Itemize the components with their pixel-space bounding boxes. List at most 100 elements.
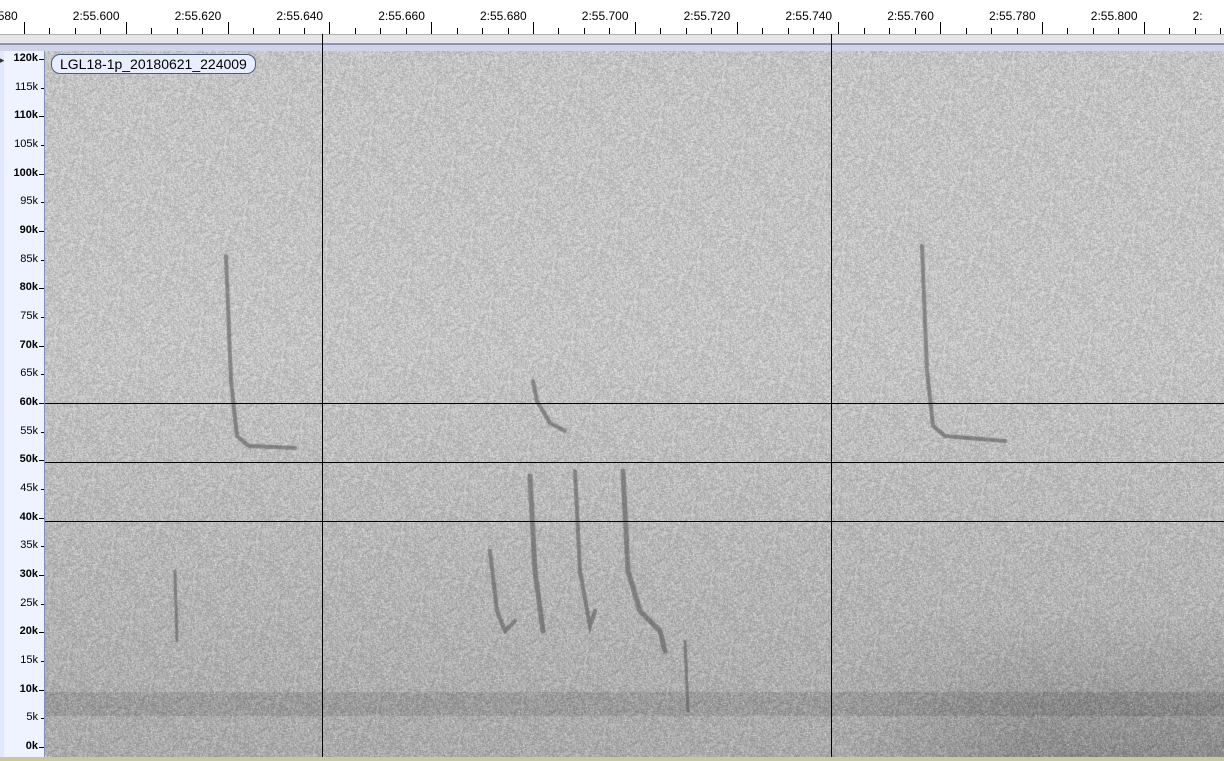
frequency-tick [41, 202, 44, 204]
frequency-tick [39, 288, 44, 290]
timeline-minor-tick [1092, 28, 1094, 34]
frequency-tick [41, 661, 44, 662]
frequency-label: 55k [20, 424, 38, 437]
frequency-label: 15k [20, 654, 38, 666]
frequency-tick [39, 59, 44, 60]
timeline-tick-label: 2:55.640 [276, 9, 324, 23]
frequency-tick [39, 517, 44, 519]
frequency-label: 95k [20, 195, 38, 208]
frequency-selection-line-40k[interactable] [45, 521, 1224, 522]
frequency-label: 80k [19, 281, 38, 294]
frequency-selection-line-50k[interactable] [45, 462, 1224, 463]
frequency-tick [39, 403, 44, 404]
frequency-label: 110k [14, 109, 38, 122]
timeline-minor-tick [151, 28, 153, 34]
timeline-minor-tick [74, 28, 76, 34]
frequency-label: 10k [19, 682, 38, 695]
timeline-major-tick [1143, 22, 1145, 34]
timeline-minor-tick [583, 28, 585, 34]
frequency-label: 40k [19, 510, 38, 523]
selection-start-line[interactable] [322, 34, 323, 761]
frequency-axis[interactable]: 120k 115k 110k 105k 100k 95k 90k 85k 80k 75k 70k 65… [4, 51, 45, 757]
timeline-scrub-strip[interactable] [0, 35, 1224, 44]
timeline-minor-tick [1118, 28, 1120, 34]
frequency-label: 50k [19, 453, 38, 466]
frequency-label: 45k [20, 482, 38, 494]
frequency-selection-line-60k[interactable] [45, 403, 1224, 404]
frequency-label: 35k [20, 539, 38, 552]
frequency-tick [39, 575, 44, 576]
timeline-minor-tick [100, 28, 102, 34]
frequency-tick [41, 145, 44, 146]
timeline-tick-label: 2:55.760 [887, 9, 934, 23]
frequency-label: 90k [19, 224, 38, 236]
timeline-minor-tick [482, 28, 484, 34]
clip-name-label[interactable]: LGL18-1p_20180621_224009 [51, 54, 256, 74]
timeline-major-tick [329, 22, 331, 34]
frequency-label: 105k [14, 138, 38, 150]
timeline-minor-tick [405, 28, 407, 34]
timeline-tick-label: 2:55.680 [480, 9, 527, 23]
frequency-tick [41, 87, 44, 89]
frequency-tick [39, 632, 44, 634]
timeline-ruler[interactable]: 2:55.580 2:55.600 2:55.620 2:55.640 2:55.660… [0, 0, 1224, 35]
frequency-label: 65k [20, 367, 38, 380]
timeline-minor-tick [863, 28, 865, 34]
frequency-tick [39, 231, 44, 232]
frequency-tick [41, 603, 44, 605]
timeline-minor-tick [176, 28, 178, 34]
timeline-tick-label: 2: [1192, 9, 1203, 23]
timeline-minor-tick [456, 28, 458, 34]
frequency-label: 115k [14, 80, 38, 93]
timeline-major-tick [431, 22, 433, 34]
timeline-major-tick [1042, 22, 1043, 34]
timeline-minor-tick [889, 28, 891, 34]
frequency-label: 60k [19, 396, 38, 408]
frequency-label: 20k [19, 625, 38, 638]
timeline-minor-tick [253, 28, 255, 34]
timeline-minor-tick [991, 28, 993, 34]
timeline-minor-tick [609, 28, 611, 34]
timeline-tick-label: 2:55.720 [683, 9, 731, 23]
timeline-minor-tick [711, 28, 713, 34]
timeline-major-tick [125, 22, 127, 34]
frequency-tick [41, 718, 44, 720]
selection-end-line[interactable] [831, 34, 832, 761]
timeline-tick-label: 2:55.740 [785, 9, 833, 23]
spectrogram-view[interactable] [45, 51, 1224, 757]
frequency-tick [41, 431, 44, 433]
frequency-tick [41, 546, 44, 548]
frequency-label: 100k [13, 166, 38, 179]
timeline-minor-tick [762, 28, 764, 34]
frequency-label: 0k [25, 740, 38, 752]
frequency-tick [39, 173, 44, 175]
timeline-minor-tick [202, 28, 204, 34]
timeline-minor-tick [965, 28, 967, 34]
timeline-minor-tick [787, 28, 789, 34]
timeline-major-tick [24, 22, 25, 34]
timeline-minor-tick [507, 28, 509, 34]
frequency-label: 75k [20, 310, 38, 322]
track-top-border [0, 44, 1224, 51]
frequency-tick [39, 460, 44, 462]
timeline-minor-tick [354, 28, 356, 34]
spectrogram-canvas[interactable] [45, 51, 1224, 757]
timeline-minor-tick [685, 28, 687, 34]
frequency-tick [41, 489, 44, 490]
timeline-tick-label: 2:55.580 [0, 9, 18, 23]
frequency-tick [41, 374, 44, 376]
timeline-major-tick [227, 22, 229, 34]
frequency-label: 25k [20, 596, 38, 609]
timeline-minor-tick [1194, 28, 1196, 34]
frequency-tick [41, 259, 44, 261]
timeline-minor-tick [1169, 28, 1171, 34]
frequency-label: 120k [13, 52, 38, 64]
timeline-tick-label: 2:55.660 [378, 9, 425, 23]
timeline-minor-tick [49, 28, 51, 34]
timeline-tick-label: 2:55.620 [174, 9, 222, 23]
timeline-major-tick [940, 22, 942, 34]
timeline-tick-label: 2:55.600 [72, 9, 120, 23]
timeline-tick-label: 2:55.800 [1090, 9, 1138, 23]
timeline-minor-tick [914, 28, 916, 34]
timeline-minor-tick [1067, 28, 1069, 34]
